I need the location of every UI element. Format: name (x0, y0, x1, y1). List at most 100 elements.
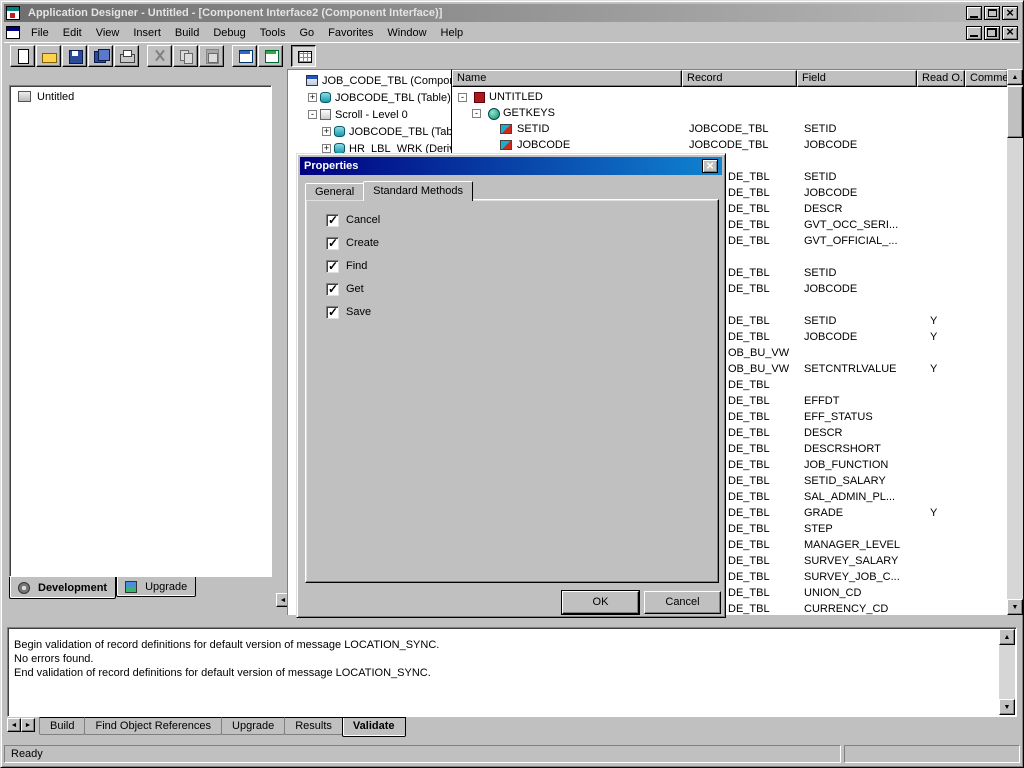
object-properties-button[interactable] (232, 45, 257, 67)
output-lines: Begin validation of record definitions f… (8, 628, 1016, 680)
output-tab-validate[interactable]: Validate (342, 717, 406, 737)
cancel-button[interactable]: Cancel (644, 591, 721, 614)
column-header-name[interactable]: Name (452, 70, 682, 87)
checkbox-cancel[interactable] (326, 214, 339, 227)
save-icon (67, 48, 83, 64)
dialog-close-icon[interactable] (702, 159, 718, 173)
cell-field: MANAGER_LEVEL (804, 539, 900, 551)
checkbox-create[interactable] (326, 237, 339, 250)
component-icon (306, 75, 318, 86)
new-document-button[interactable] (10, 45, 35, 67)
menu-item-go[interactable]: Go (292, 25, 321, 41)
cell-record: DE_TBL (728, 491, 770, 503)
mdi-child-icon[interactable] (6, 26, 20, 39)
cell-field: JOB_FUNCTION (804, 459, 888, 471)
cell-record: DE_TBL (728, 523, 770, 535)
output-tabs-scroll-right-icon[interactable] (21, 718, 35, 732)
definition-view-button[interactable] (291, 45, 316, 67)
expand-toggle-icon[interactable]: - (458, 93, 467, 102)
expand-toggle-icon[interactable]: + (322, 144, 331, 153)
cell-record: OB_BU_VW (728, 347, 789, 359)
scroll-up-icon[interactable] (1007, 69, 1023, 85)
output-tab-find-object-references[interactable]: Find Object References (84, 717, 222, 735)
column-header-record[interactable]: Record (682, 70, 797, 87)
new-document-icon (15, 48, 31, 64)
cell-name: GETKEYS (503, 107, 555, 119)
column-header-read-o[interactable]: Read O... (917, 70, 965, 87)
toolbar-separator (140, 45, 147, 67)
menu-item-file[interactable]: File (24, 25, 56, 41)
cell-record: DE_TBL (728, 203, 770, 215)
expand-toggle-icon[interactable]: + (308, 93, 317, 102)
app-icon (6, 6, 20, 20)
output-tab-results[interactable]: Results (284, 717, 343, 735)
menu-item-favorites[interactable]: Favorites (321, 25, 380, 41)
menu-item-view[interactable]: View (89, 25, 127, 41)
table-row[interactable]: -UNTITLED (452, 90, 1007, 106)
maximize-icon[interactable] (984, 6, 1000, 20)
output-scroll-down-icon[interactable] (999, 699, 1015, 715)
cell-record: DE_TBL (728, 267, 770, 279)
copy-button (173, 45, 198, 67)
dialog-tab-page: CancelCreateFindGetSave (305, 199, 719, 583)
column-header-commen[interactable]: Commen... (965, 70, 1007, 87)
scrollbar-thumb[interactable] (1007, 86, 1023, 138)
menu-item-edit[interactable]: Edit (56, 25, 89, 41)
menu-item-build[interactable]: Build (168, 25, 206, 41)
project-tree-root[interactable]: Untitled (10, 86, 271, 103)
save-button[interactable] (62, 45, 87, 67)
output-tabs-scroll-left-icon[interactable] (7, 718, 21, 732)
column-header-field[interactable]: Field (797, 70, 917, 87)
cell-record: DE_TBL (728, 187, 770, 199)
workspace-tab-development[interactable]: Development (9, 577, 116, 599)
tab-general[interactable]: General (305, 183, 364, 200)
menu-item-window[interactable]: Window (380, 25, 433, 41)
copy-icon (178, 48, 194, 64)
vertical-scrollbar[interactable] (1007, 69, 1023, 615)
mdi-minimize-icon[interactable] (966, 26, 982, 40)
checkbox-get[interactable] (326, 283, 339, 296)
output-scroll-up-icon[interactable] (999, 629, 1015, 645)
expand-toggle-icon[interactable]: + (322, 127, 331, 136)
tree-item-jobcode-tbl-table-s[interactable]: +JOBCODE_TBL (Table) - S (288, 89, 451, 106)
workspace-tab-upgrade[interactable]: Upgrade (116, 577, 196, 597)
cell-field: GVT_OFFICIAL_... (804, 235, 898, 247)
cell-field: CURRENCY_CD (804, 603, 888, 615)
table-row[interactable]: SETIDJOBCODE_TBLSETID (452, 122, 1007, 138)
tab-standard-methods[interactable]: Standard Methods (363, 181, 473, 201)
save-all-button[interactable] (88, 45, 113, 67)
menu-items: FileEditViewInsertBuildDebugToolsGoFavor… (24, 25, 966, 41)
tree-item-scroll-level-0[interactable]: -Scroll - Level 0 (288, 106, 451, 123)
scroll-down-icon[interactable] (1007, 599, 1023, 615)
cut-button (147, 45, 172, 67)
menu-item-insert[interactable]: Insert (126, 25, 168, 41)
menu-item-debug[interactable]: Debug (206, 25, 252, 41)
mdi-close-icon[interactable] (1002, 26, 1018, 40)
cell-record: DE_TBL (728, 507, 770, 519)
print-button[interactable] (114, 45, 139, 67)
object-references-button[interactable] (258, 45, 283, 67)
menu-item-help[interactable]: Help (434, 25, 471, 41)
minimize-icon[interactable] (966, 6, 982, 20)
open-folder-button[interactable] (36, 45, 61, 67)
menu-item-tools[interactable]: Tools (253, 25, 293, 41)
checkbox-label: Cancel (346, 214, 380, 226)
tree-item-jobcode-tbl-table[interactable]: +JOBCODE_TBL (Table (288, 123, 451, 140)
table-row[interactable]: - GETKEYS (452, 106, 1007, 122)
mdi-restore-icon[interactable] (984, 26, 1000, 40)
expand-toggle-icon[interactable]: - (308, 110, 317, 119)
output-line: Begin validation of record definitions f… (14, 638, 1008, 652)
output-tab-build[interactable]: Build (39, 717, 85, 735)
output-vertical-scrollbar[interactable] (999, 629, 1015, 715)
ok-button[interactable]: OK (562, 591, 639, 614)
print-icon (119, 48, 135, 64)
tree-item-job-code-tbl-component[interactable]: JOB_CODE_TBL (Component) (288, 72, 451, 89)
cell-read-only: Y (930, 363, 937, 375)
close-icon[interactable] (1002, 6, 1018, 20)
cell-record: DE_TBL (728, 443, 770, 455)
table-row[interactable]: JOBCODEJOBCODE_TBLJOBCODE (452, 138, 1007, 154)
output-tab-upgrade[interactable]: Upgrade (221, 717, 285, 735)
expand-toggle-icon[interactable]: - (472, 109, 481, 118)
checkbox-find[interactable] (326, 260, 339, 273)
checkbox-save[interactable] (326, 306, 339, 319)
